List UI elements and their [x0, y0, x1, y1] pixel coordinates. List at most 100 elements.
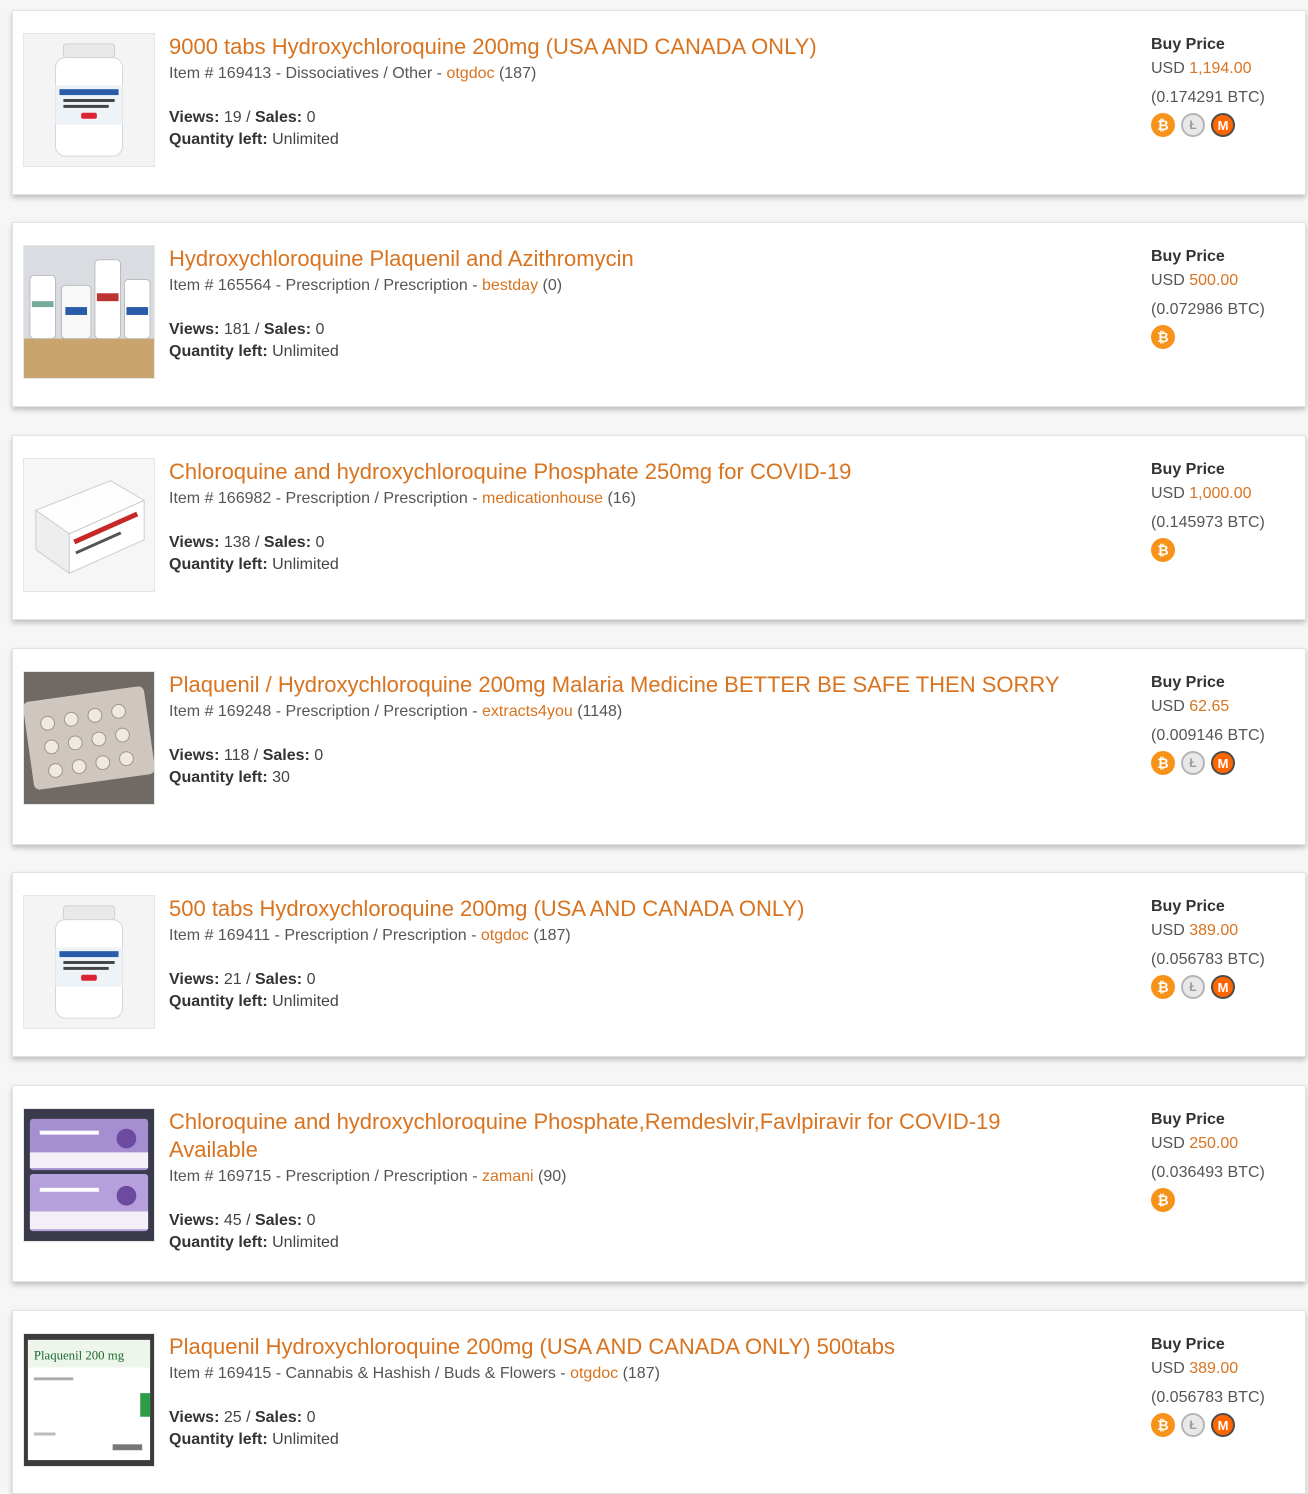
- listing-title-link[interactable]: Plaquenil Hydroxychloroquine 200mg (USA …: [169, 1333, 1069, 1361]
- listing-card: Plaquenil 200 mg Plaquenil Hydroxychloro…: [12, 1310, 1306, 1494]
- product-thumbnail[interactable]: [23, 895, 155, 1029]
- views-label: Views:: [169, 1212, 220, 1229]
- buy-price-label: Buy Price: [1151, 1336, 1225, 1353]
- quantity-value: Unlimited: [267, 556, 339, 573]
- litecoin-icon[interactable]: Ł: [1181, 113, 1205, 137]
- vendor-link[interactable]: medicationhouse: [482, 490, 603, 507]
- sales-label: Sales:: [254, 971, 303, 988]
- buy-price-label: Buy Price: [1151, 36, 1225, 53]
- usd-price: USD 1,000.00: [1151, 482, 1301, 506]
- usd-price: USD 1,194.00: [1151, 57, 1301, 81]
- sales-label: Sales:: [254, 109, 303, 126]
- litecoin-icon[interactable]: Ł: [1181, 975, 1205, 999]
- vendor-link[interactable]: otgdoc: [570, 1365, 618, 1382]
- listing-title-link[interactable]: 9000 tabs Hydroxychloroquine 200mg (USA …: [169, 33, 1069, 61]
- accepted-coins: ₿ Ł M: [1151, 975, 1301, 1001]
- monero-icon[interactable]: M: [1211, 113, 1235, 137]
- bitcoin-icon[interactable]: ₿: [1151, 751, 1175, 775]
- monero-icon[interactable]: M: [1211, 751, 1235, 775]
- usd-price: USD 389.00: [1151, 919, 1301, 943]
- litecoin-icon[interactable]: Ł: [1181, 751, 1205, 775]
- usd-price: USD 250.00: [1151, 1132, 1301, 1156]
- product-thumbnail[interactable]: [23, 458, 155, 592]
- views-label: Views:: [169, 1409, 220, 1426]
- listing-stats: Views: 181 / Sales: 0 Quantity left: Unli…: [169, 319, 1069, 363]
- listing-title-link[interactable]: 500 tabs Hydroxychloroquine 200mg (USA A…: [169, 895, 1069, 923]
- listing-meta: Item # 169413 - Dissociatives / Other - …: [169, 63, 1069, 85]
- usd-price: USD 500.00: [1151, 269, 1301, 293]
- usd-price: USD 62.65: [1151, 695, 1301, 719]
- item-category: Item # 165564 - Prescription / Prescript…: [169, 277, 483, 294]
- listing-title-link[interactable]: Chloroquine and hydroxychloroquine Phosp…: [169, 1108, 1069, 1164]
- accepted-coins: ₿: [1151, 325, 1301, 351]
- usd-amount: 1,194.00: [1189, 60, 1252, 77]
- usd-prefix: USD: [1151, 698, 1190, 715]
- vendor-link[interactable]: bestday: [482, 277, 538, 294]
- views-label: Views:: [169, 534, 220, 551]
- bitcoin-icon[interactable]: ₿: [1151, 975, 1175, 999]
- sales-value: 0: [302, 109, 316, 126]
- vendor-link[interactable]: zamani: [482, 1168, 534, 1185]
- listing-card: Plaquenil / Hydroxychloroquine 200mg Mal…: [12, 648, 1306, 845]
- plaquenil-box-text: Plaquenil 200 mg: [34, 1349, 125, 1363]
- item-category: Item # 169415 - Cannabis & Hashish / Bud…: [169, 1365, 571, 1382]
- price-block: Buy Price USD 389.00 (0.056783 BTC) ₿ Ł M: [1151, 895, 1301, 1001]
- bitcoin-icon[interactable]: ₿: [1151, 1188, 1175, 1212]
- usd-amount: 62.65: [1189, 698, 1230, 715]
- bitcoin-icon[interactable]: ₿: [1151, 325, 1175, 349]
- bitcoin-icon[interactable]: ₿: [1151, 113, 1175, 137]
- product-thumbnail[interactable]: [23, 33, 155, 167]
- views-sales-row: Views: 181 / Sales: 0: [169, 319, 1069, 341]
- listing-card: 9000 tabs Hydroxychloroquine 200mg (USA …: [12, 10, 1306, 195]
- product-thumbnail[interactable]: [23, 1108, 155, 1242]
- listing-title-link[interactable]: Hydroxychloroquine Plaquenil and Azithro…: [169, 245, 1069, 273]
- listing-meta: Item # 169411 - Prescription / Prescript…: [169, 925, 1069, 947]
- litecoin-icon[interactable]: Ł: [1181, 1413, 1205, 1437]
- monero-icon[interactable]: M: [1211, 1413, 1235, 1437]
- listing-info: Chloroquine and hydroxychloroquine Phosp…: [169, 458, 1069, 576]
- listing-title-link[interactable]: Chloroquine and hydroxychloroquine Phosp…: [169, 458, 1069, 486]
- product-thumbnail[interactable]: [23, 671, 155, 805]
- vendor-link[interactable]: otgdoc: [446, 65, 494, 82]
- bitcoin-icon[interactable]: ₿: [1151, 538, 1175, 562]
- listing-stats: Views: 19 / Sales: 0 Quantity left: Unlim…: [169, 107, 1069, 151]
- listing-info: 9000 tabs Hydroxychloroquine 200mg (USA …: [169, 33, 1069, 151]
- sales-value: 0: [311, 321, 325, 338]
- listing-meta: Item # 169248 - Prescription / Prescript…: [169, 701, 1069, 723]
- vendor-link[interactable]: extracts4you: [482, 703, 573, 720]
- btc-price: (0.056783 BTC): [1151, 951, 1265, 968]
- bitcoin-icon[interactable]: ₿: [1151, 1413, 1175, 1437]
- listing-title-link[interactable]: Plaquenil / Hydroxychloroquine 200mg Mal…: [169, 671, 1069, 699]
- vendor-rating-count: (90): [533, 1168, 567, 1185]
- quantity-label: Quantity left:: [169, 1431, 268, 1448]
- listing-info: Plaquenil / Hydroxychloroquine 200mg Mal…: [169, 671, 1069, 789]
- quantity-row: Quantity left: Unlimited: [169, 341, 1069, 363]
- quantity-row: Quantity left: Unlimited: [169, 554, 1069, 576]
- monero-icon[interactable]: M: [1211, 975, 1235, 999]
- listing-meta: Item # 169415 - Cannabis & Hashish / Bud…: [169, 1363, 1069, 1385]
- quantity-value: 30: [267, 769, 290, 786]
- quantity-label: Quantity left:: [169, 769, 268, 786]
- usd-amount: 500.00: [1189, 272, 1239, 289]
- product-thumbnail[interactable]: [23, 245, 155, 379]
- accepted-coins: ₿: [1151, 1188, 1301, 1214]
- vendor-link[interactable]: otgdoc: [481, 927, 529, 944]
- usd-prefix: USD: [1151, 485, 1190, 502]
- quantity-value: Unlimited: [267, 343, 339, 360]
- sales-label: Sales:: [263, 321, 312, 338]
- price-block: Buy Price USD 389.00 (0.056783 BTC) ₿ Ł M: [1151, 1333, 1301, 1439]
- usd-amount: 250.00: [1189, 1135, 1239, 1152]
- views-sales-row: Views: 21 / Sales: 0: [169, 969, 1069, 991]
- product-thumbnail[interactable]: Plaquenil 200 mg: [23, 1333, 155, 1467]
- quantity-row: Quantity left: Unlimited: [169, 1232, 1069, 1254]
- views-sales-row: Views: 45 / Sales: 0: [169, 1210, 1069, 1232]
- sales-value: 0: [302, 1409, 316, 1426]
- usd-prefix: USD: [1151, 60, 1190, 77]
- accepted-coins: ₿ Ł M: [1151, 751, 1301, 777]
- quantity-label: Quantity left:: [169, 993, 268, 1010]
- accepted-coins: ₿: [1151, 538, 1301, 564]
- quantity-value: Unlimited: [267, 1431, 339, 1448]
- price-block: Buy Price USD 62.65 (0.009146 BTC) ₿ Ł M: [1151, 671, 1301, 777]
- views-label: Views:: [169, 971, 220, 988]
- vendor-rating-count: (1148): [572, 703, 623, 720]
